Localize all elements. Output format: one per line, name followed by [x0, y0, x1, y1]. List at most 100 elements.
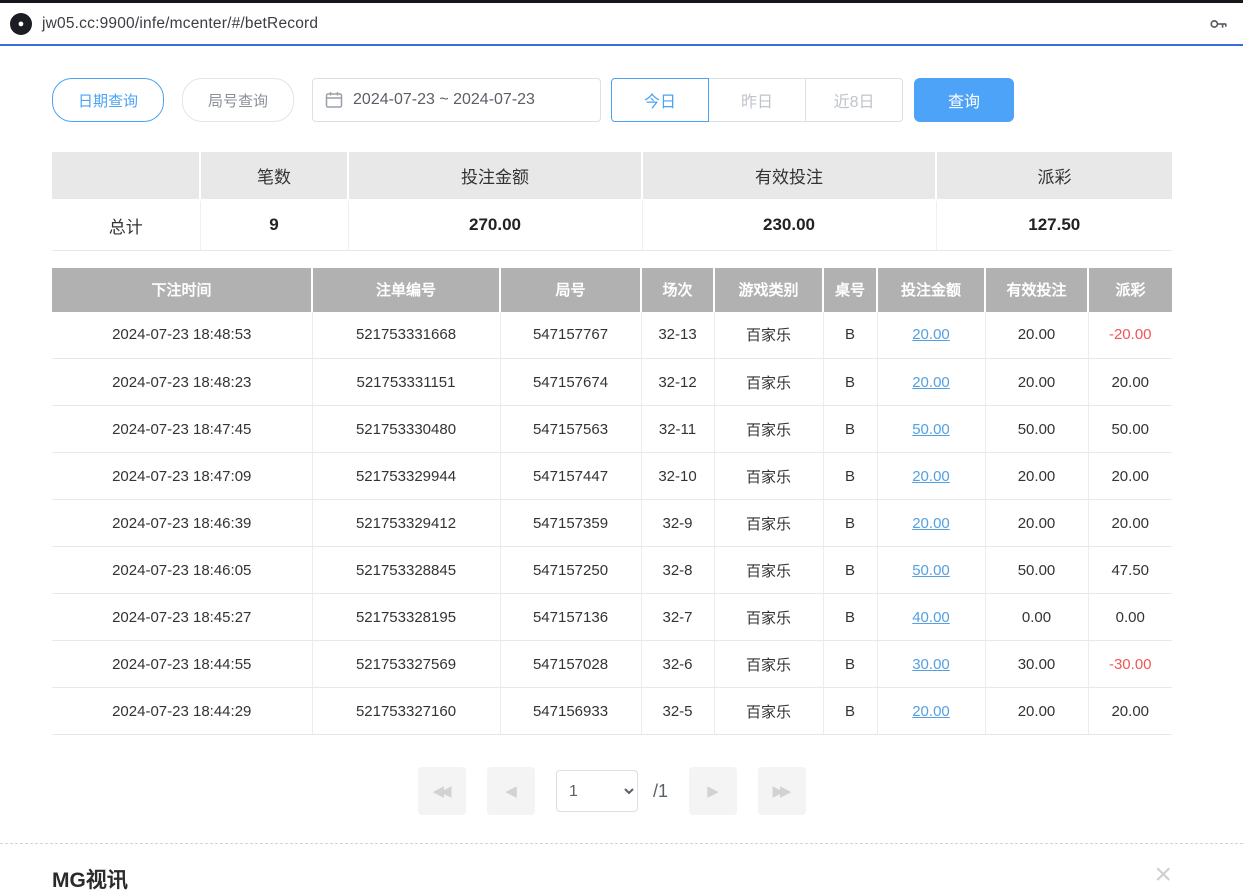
password-key-icon[interactable] — [1207, 13, 1229, 35]
bet-amount-link[interactable]: 50.00 — [912, 421, 950, 438]
payout-cell: -20.00 — [1088, 312, 1172, 359]
bet-time-cell: 2024-07-23 18:46:39 — [52, 500, 312, 547]
session-cell: 32-11 — [641, 406, 714, 453]
payout-cell: 20.00 — [1088, 359, 1172, 406]
previous-page-button[interactable]: ◀ — [487, 767, 535, 815]
session-cell: 32-5 — [641, 688, 714, 735]
last-page-button[interactable]: ▶▶ — [758, 767, 806, 815]
pagination: ◀◀ ◀ 1 /1 ▶ ▶▶ — [52, 767, 1172, 815]
bet-time-cell: 2024-07-23 18:48:53 — [52, 312, 312, 359]
bet-amount-cell: 30.00 — [877, 641, 985, 688]
valid-bet-cell: 50.00 — [985, 547, 1088, 594]
right-arrow-icon: ▶ — [707, 782, 719, 800]
search-button[interactable]: 查询 — [914, 78, 1014, 122]
header-bet-amount: 投注金额 — [877, 268, 985, 312]
session-cell: 32-6 — [641, 641, 714, 688]
summary-header-row: 笔数 投注金额 有效投注 派彩 — [52, 152, 1172, 200]
bet-amount-cell: 50.00 — [877, 547, 985, 594]
game-type-cell: 百家乐 — [714, 406, 823, 453]
bet-amount-link[interactable]: 40.00 — [912, 609, 950, 626]
valid-bet-cell: 20.00 — [985, 453, 1088, 500]
first-page-button[interactable]: ◀◀ — [418, 767, 466, 815]
summary-table: 笔数 投注金额 有效投注 派彩 总计 9 270.00 230.00 127.5… — [52, 152, 1172, 251]
bet-amount-cell: 40.00 — [877, 594, 985, 641]
header-round-number: 局号 — [500, 268, 641, 312]
header-game-type: 游戏类别 — [714, 268, 823, 312]
today-button[interactable]: 今日 — [611, 78, 709, 122]
table-number-cell: B — [823, 594, 877, 641]
round-number-cell: 547157250 — [500, 547, 641, 594]
bet-time-cell: 2024-07-23 18:47:45 — [52, 406, 312, 453]
site-favicon-icon[interactable]: ● — [10, 13, 32, 35]
valid-bet-cell: 50.00 — [985, 406, 1088, 453]
payout-cell: 20.00 — [1088, 453, 1172, 500]
header-session: 场次 — [641, 268, 714, 312]
bet-time-cell: 2024-07-23 18:44:29 — [52, 688, 312, 735]
summary-total-bet-amount: 270.00 — [348, 200, 642, 250]
bet-amount-cell: 20.00 — [877, 359, 985, 406]
session-cell: 32-8 — [641, 547, 714, 594]
order-number-cell: 521753329944 — [312, 453, 500, 500]
summary-header-valid-bet: 有效投注 — [642, 152, 936, 200]
table-row: 2024-07-23 18:47:09521753329944547157447… — [52, 453, 1172, 500]
summary-total-payout: 127.50 — [936, 200, 1172, 250]
table-row: 2024-07-23 18:44:29521753327160547156933… — [52, 688, 1172, 735]
game-type-cell: 百家乐 — [714, 500, 823, 547]
bet-amount-cell: 50.00 — [877, 406, 985, 453]
table-row: 2024-07-23 18:44:55521753327569547157028… — [52, 641, 1172, 688]
valid-bet-cell: 30.00 — [985, 641, 1088, 688]
date-range-value: 2024-07-23 ~ 2024-07-23 — [353, 91, 535, 109]
bet-amount-link[interactable]: 50.00 — [912, 562, 950, 579]
bet-amount-link[interactable]: 30.00 — [912, 656, 950, 673]
section-title: MG视讯 — [52, 864, 128, 893]
session-cell: 32-12 — [641, 359, 714, 406]
payout-cell: 20.00 — [1088, 688, 1172, 735]
address-bar: ● jw05.cc:9900/infe/mcenter/#/betRecord — [0, 0, 1243, 46]
valid-bet-cell: 0.00 — [985, 594, 1088, 641]
session-cell: 32-10 — [641, 453, 714, 500]
round-query-tab[interactable]: 局号查询 — [182, 78, 294, 122]
valid-bet-cell: 20.00 — [985, 500, 1088, 547]
bet-time-cell: 2024-07-23 18:44:55 — [52, 641, 312, 688]
order-number-cell: 521753327160 — [312, 688, 500, 735]
bet-amount-link[interactable]: 20.00 — [912, 326, 950, 343]
valid-bet-cell: 20.00 — [985, 359, 1088, 406]
table-row: 2024-07-23 18:46:39521753329412547157359… — [52, 500, 1172, 547]
date-range-input[interactable]: 2024-07-23 ~ 2024-07-23 — [312, 78, 601, 122]
game-type-cell: 百家乐 — [714, 547, 823, 594]
yesterday-button[interactable]: 昨日 — [708, 78, 806, 122]
round-number-cell: 547157447 — [500, 453, 641, 500]
next-section-header: MG视讯 × — [0, 844, 1243, 893]
bet-time-cell: 2024-07-23 18:47:09 — [52, 453, 312, 500]
next-page-button[interactable]: ▶ — [689, 767, 737, 815]
double-left-arrow-icon: ◀◀ — [432, 782, 447, 800]
bet-amount-link[interactable]: 20.00 — [912, 374, 950, 391]
summary-header-count: 笔数 — [200, 152, 348, 200]
round-number-cell: 547157028 — [500, 641, 641, 688]
game-type-cell: 百家乐 — [714, 594, 823, 641]
round-number-cell: 547156933 — [500, 688, 641, 735]
table-row: 2024-07-23 18:47:45521753330480547157563… — [52, 406, 1172, 453]
bet-amount-link[interactable]: 20.00 — [912, 468, 950, 485]
round-number-cell: 547157563 — [500, 406, 641, 453]
game-type-cell: 百家乐 — [714, 641, 823, 688]
address-url[interactable]: jw05.cc:9900/infe/mcenter/#/betRecord — [42, 15, 318, 33]
bet-amount-link[interactable]: 20.00 — [912, 515, 950, 532]
bet-table-body: 2024-07-23 18:48:53521753331668547157767… — [52, 312, 1172, 735]
table-row: 2024-07-23 18:48:53521753331668547157767… — [52, 312, 1172, 359]
bet-amount-cell: 20.00 — [877, 453, 985, 500]
table-number-cell: B — [823, 500, 877, 547]
bet-amount-cell: 20.00 — [877, 312, 985, 359]
last-8-days-button[interactable]: 近8日 — [805, 78, 903, 122]
date-query-tab[interactable]: 日期查询 — [52, 78, 164, 122]
table-number-cell: B — [823, 547, 877, 594]
summary-header-blank — [52, 152, 200, 200]
collapse-icon[interactable]: × — [1154, 864, 1172, 886]
double-right-arrow-icon: ▶▶ — [772, 782, 787, 800]
page-select[interactable]: 1 — [556, 770, 638, 812]
round-number-cell: 547157674 — [500, 359, 641, 406]
bet-amount-link[interactable]: 20.00 — [912, 703, 950, 720]
summary-total-valid-bet: 230.00 — [642, 200, 936, 250]
game-type-cell: 百家乐 — [714, 688, 823, 735]
order-number-cell: 521753327569 — [312, 641, 500, 688]
